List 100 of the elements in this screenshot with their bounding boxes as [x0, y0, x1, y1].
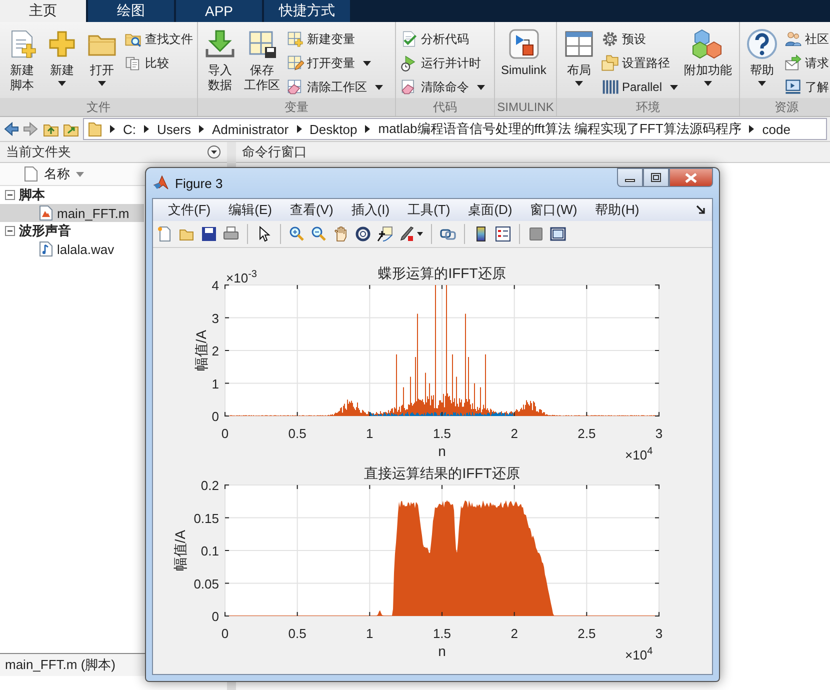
chevron-icon — [144, 125, 149, 133]
zoom-out-icon[interactable] — [311, 226, 327, 242]
tab[interactable]: 快捷方式 — [264, 0, 352, 22]
data-cursor-icon[interactable] — [377, 226, 393, 242]
maximize-button[interactable] — [643, 168, 669, 187]
file-item[interactable]: main_FFT.m — [0, 204, 144, 222]
toolstrip-button[interactable]: 帮助 — [742, 26, 782, 88]
section-label: 资源 — [740, 98, 830, 116]
toolstrip-button[interactable]: 新建变量 — [284, 28, 385, 50]
save-icon[interactable] — [201, 226, 217, 242]
chevron-icon — [198, 125, 204, 133]
toolstrip-button[interactable]: 设置路径 — [599, 52, 680, 74]
toolstrip-button[interactable]: 清除工作区 — [284, 76, 385, 98]
toolstrip-button[interactable]: 查找文件 — [122, 28, 195, 50]
folder-icon — [88, 121, 102, 137]
tick-label: 1 — [212, 376, 219, 392]
toolstrip-button[interactable]: Simulink — [497, 26, 550, 80]
tab[interactable]: APP — [176, 0, 264, 22]
plot-title: 蝶形运算的IFFT还原 — [378, 265, 506, 281]
panel-title: 命令行窗口 — [242, 143, 307, 161]
chevron-icon — [365, 125, 370, 133]
toolstrip-button[interactable]: 布局 — [559, 26, 599, 88]
collapse-icon[interactable] — [5, 190, 15, 200]
path-segment[interactable]: code — [762, 122, 790, 136]
tick-label: 3 — [212, 310, 219, 326]
path-segment[interactable]: C: — [123, 122, 136, 136]
axis-label: 幅值/A — [193, 330, 209, 372]
panel-title: 当前文件夹 — [6, 143, 71, 161]
file-icon — [24, 166, 38, 182]
script-file-icon — [38, 205, 54, 221]
menu-item[interactable]: 查看(V) — [280, 201, 342, 219]
table-pencil-icon — [286, 54, 304, 72]
path-segment[interactable]: Users — [157, 122, 191, 136]
tick-label: 3 — [655, 426, 663, 441]
group-label: 波形声音 — [19, 222, 71, 240]
menu-item[interactable]: 窗口(W) — [521, 201, 586, 219]
toolstrip-button[interactable]: 导入 数据 — [200, 26, 240, 95]
menu-item[interactable]: 桌面(D) — [459, 201, 522, 219]
hand-icon[interactable] — [333, 226, 349, 242]
toolstrip-button[interactable]: Parallel — [599, 76, 680, 98]
toolstrip-button[interactable]: 社区 — [782, 28, 830, 50]
tab[interactable]: 绘图 — [88, 0, 176, 22]
toolstrip-button[interactable]: 新建 脚本 — [2, 26, 42, 95]
toolstrip-button[interactable]: 打开 — [82, 26, 122, 88]
tick-label: 0.5 — [288, 626, 306, 641]
legend-icon[interactable] — [495, 226, 511, 242]
app-icon — [153, 175, 169, 191]
brush-icon[interactable] — [399, 226, 415, 242]
toolstrip-button[interactable]: 新建 — [42, 26, 82, 88]
menu-item[interactable]: 文件(F) — [159, 201, 220, 219]
path-segment[interactable]: Administrator — [212, 122, 289, 136]
tick-label: 2.5 — [578, 426, 596, 441]
path-segment[interactable]: matlab编程语音信号处理的fft算法 编程实现了FFT算法源码程序 — [378, 120, 742, 138]
path-segment[interactable]: Desktop — [310, 122, 358, 136]
minimize-button[interactable] — [617, 168, 643, 187]
file-item[interactable]: lalala.wav — [0, 240, 144, 258]
tick-label: 0 — [221, 426, 229, 441]
window-icon[interactable] — [550, 226, 566, 242]
axis-label: n — [438, 443, 446, 459]
toolstrip-button[interactable]: 运行并计时 — [398, 52, 487, 74]
forward-icon[interactable] — [23, 121, 39, 137]
tick-label: 1.5 — [432, 426, 452, 441]
toolstrip-button[interactable]: 请求 — [782, 52, 830, 74]
tick-label: 1 — [366, 626, 374, 641]
panel-menu-icon[interactable] — [207, 145, 221, 159]
toolstrip-button[interactable]: 保存 工作区 — [240, 26, 284, 95]
rotate-icon[interactable] — [355, 226, 371, 242]
toolstrip-button[interactable]: 打开变量 — [284, 52, 385, 74]
toolstrip-button[interactable]: 清除命令 — [398, 76, 487, 98]
close-button[interactable] — [669, 168, 713, 187]
tab[interactable]: 主页 — [0, 0, 88, 22]
window-title: Figure 3 — [175, 176, 224, 190]
column-header[interactable]: 名称 — [44, 165, 70, 183]
toolstrip-button[interactable]: 了解 — [782, 76, 830, 98]
menu-item[interactable]: 工具(T) — [398, 201, 460, 219]
address-bar[interactable]: C: Users Administrator Desktop matlab编程语音信号处理的fft算法 编程实现了FFT算法源码程序 code — [83, 118, 827, 140]
new-file-icon[interactable] — [157, 226, 173, 242]
print-icon[interactable] — [223, 226, 239, 242]
help-icon — [746, 28, 778, 60]
group-label: 脚本 — [19, 186, 45, 204]
collapse-icon[interactable] — [5, 226, 15, 236]
toolstrip-button[interactable]: 附加功能 — [680, 26, 736, 88]
block-diagram-icon — [508, 28, 540, 60]
close-icon — [685, 172, 697, 182]
menu-item[interactable]: 编辑(E) — [220, 201, 281, 219]
dock-arrow-icon[interactable] — [696, 205, 706, 215]
tick-label: 0.5 — [288, 426, 306, 441]
toolstrip-button[interactable]: 分析代码 — [398, 28, 487, 50]
toolstrip-button[interactable]: 预设 — [599, 28, 680, 50]
link-icon[interactable] — [440, 226, 456, 242]
caret-icon — [417, 232, 423, 236]
zoom-in-icon[interactable] — [289, 226, 305, 242]
chevron-icon — [296, 125, 302, 133]
square-icon[interactable] — [528, 226, 544, 242]
menu-item[interactable]: 帮助(H) — [586, 201, 648, 219]
people-icon — [784, 30, 802, 48]
back-icon[interactable] — [3, 121, 19, 137]
menu-item[interactable]: 插入(I) — [342, 201, 399, 219]
toolstrip-button[interactable]: 比较 — [122, 52, 195, 74]
axis-label: 幅值/A — [172, 530, 188, 572]
